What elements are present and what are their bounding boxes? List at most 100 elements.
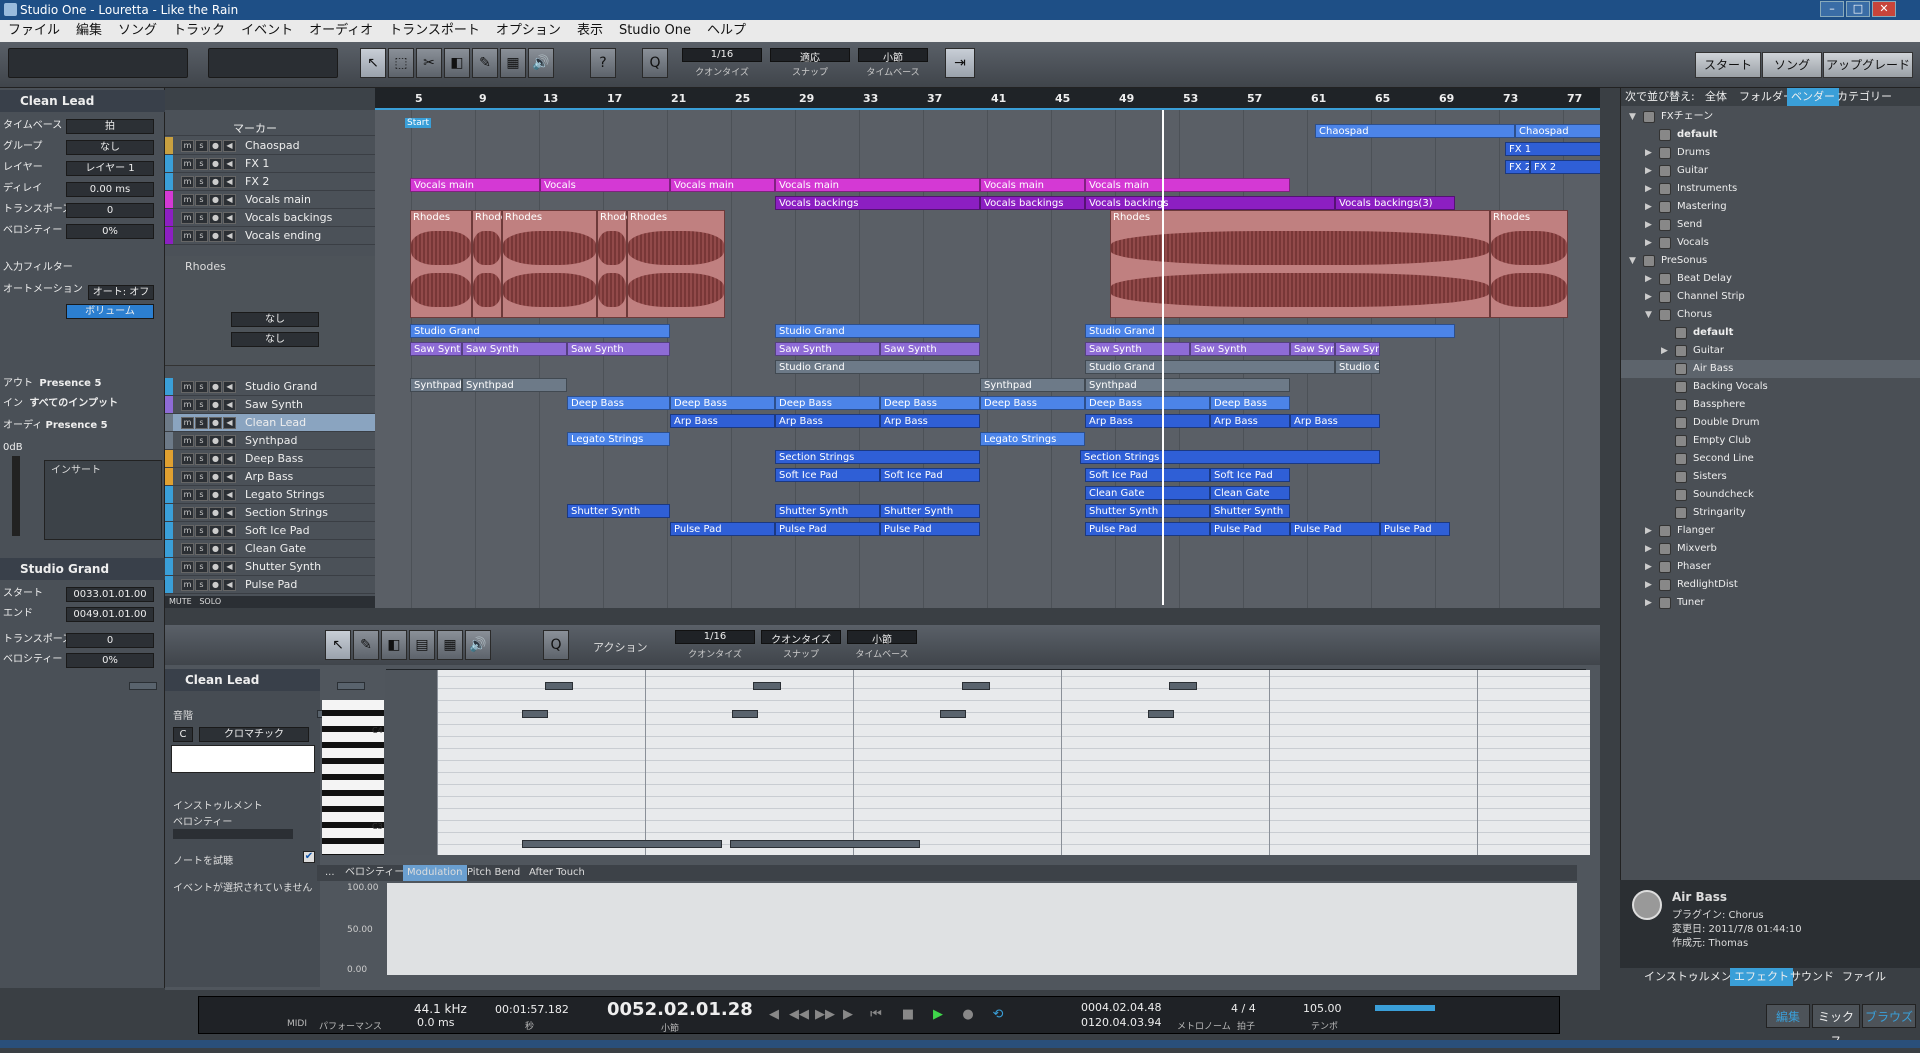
menu-item-7[interactable]: オプション: [488, 20, 569, 42]
track-btn-solo[interactable]: s: [195, 212, 208, 224]
timebase-value[interactable]: 小節: [858, 48, 928, 64]
clip-fx-2[interactable]: FX 2: [1505, 160, 1530, 174]
track-btn-mute[interactable]: m: [181, 194, 194, 206]
clip-arp-bass[interactable]: Arp Bass: [670, 414, 775, 428]
browser-item[interactable]: default: [1621, 324, 1920, 342]
track-btn-monitor[interactable]: ◀: [223, 417, 236, 429]
browser-bottom-tab-3[interactable]: ファイル: [1838, 968, 1890, 986]
inspector-row-value[interactable]: なし: [66, 140, 154, 155]
lane-tab-2[interactable]: Modulation: [403, 865, 467, 881]
end-value[interactable]: 0049.01.01.00: [66, 607, 154, 622]
expand-arrow-icon[interactable]: ▶: [1645, 558, 1652, 576]
clip-studio-grand[interactable]: Studio Grand: [1085, 360, 1335, 374]
solo-all-button[interactable]: SOLO: [199, 597, 221, 606]
track-btn-solo[interactable]: s: [195, 381, 208, 393]
clip-saw-synth[interactable]: Saw Synth: [1335, 342, 1380, 356]
editor-pencil-icon[interactable]: ✎: [353, 630, 379, 660]
clip-deep-bass[interactable]: Deep Bass: [880, 396, 980, 410]
rhodes-track[interactable]: Rhodes なし なし: [165, 256, 375, 366]
audio-clip-rhodes[interactable]: Rhodes: [1490, 210, 1568, 318]
midi-note[interactable]: [1148, 710, 1174, 718]
track-btn-mute[interactable]: m: [181, 471, 194, 483]
browser-bottom-tab-2[interactable]: サウンド: [1786, 968, 1838, 986]
browser-item[interactable]: Second Line: [1621, 450, 1920, 468]
clip-vocals-main[interactable]: Vocals main: [980, 178, 1085, 192]
track-btn-mute[interactable]: m: [181, 561, 194, 573]
clip-studio-grand[interactable]: Studio Grand: [775, 324, 980, 338]
track-header[interactable]: m s ● ◀ Vocals backings: [165, 209, 375, 227]
expand-arrow-icon[interactable]: ▶: [1645, 288, 1652, 306]
expand-arrow-icon[interactable]: ▼: [1629, 108, 1636, 126]
track-btn-record[interactable]: ●: [209, 435, 222, 447]
track-btn-mute[interactable]: m: [181, 525, 194, 537]
track-btn-record[interactable]: ●: [209, 140, 222, 152]
menu-item-1[interactable]: 編集: [68, 20, 110, 42]
audio-clip-rhodes[interactable]: Rhode: [472, 210, 507, 318]
track-btn-solo[interactable]: s: [195, 399, 208, 411]
expand-arrow-icon[interactable]: ▶: [1645, 576, 1652, 594]
track-header[interactable]: m s ● ◀ FX 2: [165, 173, 375, 191]
editor-paint-icon[interactable]: ▤: [409, 630, 435, 660]
fast-rewind-icon[interactable]: ◀◀: [789, 1007, 809, 1025]
clip-fx-1[interactable]: FX 1: [1505, 142, 1600, 156]
expand-arrow-icon[interactable]: ▶: [1645, 162, 1652, 180]
track-header[interactable]: m s ● ◀ Vocals main: [165, 191, 375, 209]
clip-deep-bass[interactable]: Deep Bass: [775, 396, 880, 410]
editor-listen-icon[interactable]: 🔊: [465, 630, 491, 660]
expand-arrow-icon[interactable]: ▶: [1645, 270, 1652, 288]
input-value[interactable]: すべてのインプット: [29, 398, 118, 409]
editor-mute-icon[interactable]: ▦: [437, 630, 463, 660]
browser-item[interactable]: Double Drum: [1621, 414, 1920, 432]
rhodes-none-2[interactable]: なし: [231, 332, 319, 347]
loop-icon[interactable]: ⟲: [989, 1007, 1007, 1025]
lane-tab-0[interactable]: ...: [321, 865, 339, 881]
scale-selector[interactable]: クロマチック: [199, 727, 309, 742]
clip-studio-grand[interactable]: Studio Grand: [1335, 360, 1380, 374]
browser-item[interactable]: Bassphere: [1621, 396, 1920, 414]
lane-tab-4[interactable]: After Touch: [525, 865, 589, 881]
profile-dropdown[interactable]: [8, 48, 188, 78]
clip-saw-synth[interactable]: Saw Synth: [775, 342, 880, 356]
clip-fx-2[interactable]: FX 2: [1530, 160, 1600, 174]
controller-lane[interactable]: 100.00 50.00 0.00: [347, 883, 1577, 975]
menu-item-0[interactable]: ファイル: [0, 20, 68, 42]
clip-saw-synth[interactable]: Saw Synth: [880, 342, 980, 356]
track-btn-monitor[interactable]: ◀: [223, 435, 236, 447]
piano-roll-grid[interactable]: [129, 670, 1590, 855]
track-btn-monitor[interactable]: ◀: [223, 525, 236, 537]
rhodes-none-1[interactable]: なし: [231, 312, 319, 327]
play-icon[interactable]: ▶: [929, 1007, 947, 1025]
clip-studio-grand[interactable]: Studio Grand: [410, 324, 670, 338]
audio-clip-rhodes[interactable]: Rhodes: [627, 210, 725, 318]
browser-item[interactable]: ▶ Channel Strip: [1621, 288, 1920, 306]
lane-tab-1[interactable]: ベロシティー: [341, 865, 408, 881]
track-header[interactable]: m s ● ◀ Saw Synth: [165, 396, 375, 414]
clip-vocals-backings[interactable]: Vocals backings: [1085, 196, 1335, 210]
editor-arrow-icon[interactable]: ↖: [325, 630, 351, 660]
track-header[interactable]: m s ● ◀ Pulse Pad: [165, 576, 375, 594]
clip-studio-grand[interactable]: Studio Grand: [1085, 324, 1455, 338]
return-zero-icon[interactable]: ⏮: [867, 1007, 885, 1025]
track-header[interactable]: m s ● ◀ Soft Ice Pad: [165, 522, 375, 540]
browser-item[interactable]: Empty Club: [1621, 432, 1920, 450]
browser-item[interactable]: ▶ Vocals: [1621, 234, 1920, 252]
menu-item-9[interactable]: Studio One: [611, 20, 699, 42]
clip-arp-bass[interactable]: Arp Bass: [775, 414, 880, 428]
track-btn-monitor[interactable]: ◀: [223, 212, 236, 224]
browser-tab-1[interactable]: 全体: [1701, 88, 1731, 106]
mute-tool-icon[interactable]: ▦: [500, 48, 526, 78]
track-btn-monitor[interactable]: ◀: [223, 176, 236, 188]
clip-legato-strings[interactable]: Legato Strings: [567, 432, 670, 446]
midi-note[interactable]: [522, 840, 722, 848]
clip-synthpad[interactable]: Synthpad: [462, 378, 567, 392]
arrange-view[interactable]: Start Chaospad Chaospad FX 1 FX 2 FX 2 Vocals …: [375, 88, 1600, 608]
forward-icon[interactable]: ▶: [839, 1007, 857, 1025]
track-btn-monitor[interactable]: ◀: [223, 158, 236, 170]
audio-clip-rhodes[interactable]: Rhodes: [502, 210, 597, 318]
clip-vocals-main[interactable]: Vocals main: [1085, 178, 1290, 192]
expand-arrow-icon[interactable]: ▶: [1645, 594, 1652, 612]
track-btn-solo[interactable]: s: [195, 525, 208, 537]
clip-deep-bass[interactable]: Deep Bass: [567, 396, 670, 410]
timeline-ruler[interactable]: 5 9 13 17 21 25 29 33 37 41 45 49 53 57 61 65 69 73 77: [375, 88, 1600, 110]
clip-saw-synth[interactable]: Saw Synth: [462, 342, 567, 356]
